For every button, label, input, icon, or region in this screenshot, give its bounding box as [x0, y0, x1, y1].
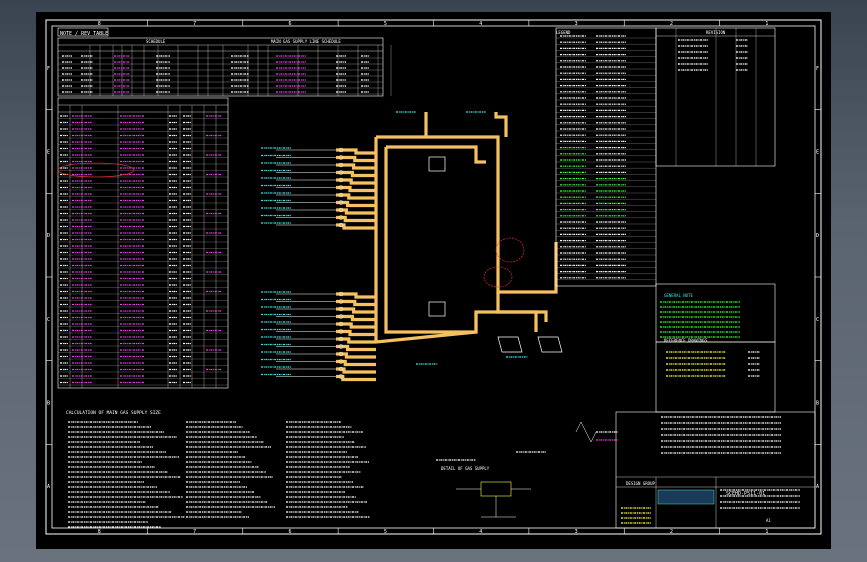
zone-row-label: E — [47, 150, 50, 156]
zone-column-label: 3 — [575, 529, 578, 535]
zone-row-label: A — [47, 484, 50, 490]
pipe-bottom — [375, 312, 478, 344]
schedule-header: SCHEDULE — [146, 39, 166, 44]
zone-row-label: C — [816, 317, 819, 323]
zone-row-label: F — [816, 66, 819, 72]
title-block — [615, 411, 816, 529]
detail-box — [480, 481, 512, 497]
zone-column-label: 2 — [670, 529, 673, 535]
piping-diagram — [261, 111, 563, 382]
zone-column-label: 8 — [98, 21, 101, 27]
drawing-number: SCEHD-P511-01 — [726, 491, 765, 497]
zone-row-label: E — [816, 150, 819, 156]
pipe-main-top — [376, 135, 500, 152]
cad-drawing: 8 8 7 7 6 6 5 5 4 4 3 3 2 2 1 1 F F E E D D C C B B A A NOTE / REV … — [45, 19, 822, 535]
zone-row-label: F — [47, 66, 50, 72]
logo-box — [657, 489, 715, 505]
detail-title: DETAIL OF GAS SUPPLY — [441, 466, 490, 471]
revision-title: REVISION — [706, 30, 726, 35]
schedule-table — [57, 37, 392, 97]
zone-column-label: 4 — [479, 529, 482, 535]
detail-line — [575, 421, 597, 443]
pipe-inner-loop — [384, 147, 486, 334]
pipe-lower-branch — [486, 310, 538, 332]
zone-column-label: 7 — [193, 21, 196, 27]
zone-column-label: 8 — [98, 529, 101, 535]
red-cloud-mark — [57, 162, 135, 178]
notes-title: GENERAL NOTE — [664, 293, 693, 298]
legend-title: LEGEND — [556, 30, 571, 35]
zone-column-label: 2 — [670, 21, 673, 27]
gas-cylinder-box — [537, 336, 563, 353]
zone-row-label: B — [816, 401, 819, 407]
pipe-lower-right — [496, 292, 548, 322]
zone-column-label: 5 — [384, 529, 387, 535]
drawing-viewport[interactable]: 8 8 7 7 6 6 5 5 4 4 3 3 2 2 1 1 F F E E D D C C B B A A NOTE / REV … — [36, 12, 831, 549]
top-left-tag: NOTE / REV TABLE — [60, 31, 108, 37]
gas-cylinder-box — [497, 336, 523, 353]
zone-row-label: A — [816, 484, 819, 490]
table-frame — [57, 37, 384, 97]
zone-column-label: 7 — [193, 529, 196, 535]
pipe-inner-top — [386, 145, 486, 164]
sheet-label: A1 — [766, 518, 771, 523]
inner-border — [51, 25, 816, 529]
zone-column-label: 6 — [288, 21, 291, 27]
regulator-unit — [428, 156, 446, 172]
red-cloud-mark — [495, 237, 525, 263]
zone-column-label: 3 — [575, 21, 578, 27]
zone-column-label: 5 — [384, 21, 387, 27]
calc-title: CALCULATION OF MAIN GAS SUPPLY SIZE — [66, 410, 161, 416]
zone-row-label: D — [47, 233, 50, 239]
zone-column-label: 6 — [288, 529, 291, 535]
zone-markers: 8 8 7 7 6 6 5 5 4 4 3 3 2 2 1 1 F F E E D D C C B B A A — [46, 20, 821, 535]
zone-row-label: D — [816, 233, 819, 239]
zone-column-label: 4 — [479, 21, 482, 27]
revision-frame — [655, 27, 776, 167]
gas-line-header: MAIN GAS SUPPLY LINE SCHEDULE — [271, 39, 341, 44]
reference-title: REFERENCE DRAWINGS — [664, 338, 708, 343]
calculation-notes — [68, 421, 370, 528]
pipe-riser — [496, 152, 558, 294]
pipe-up2 — [494, 112, 508, 137]
legend-table — [555, 27, 776, 413]
zone-row-label: B — [47, 401, 50, 407]
zone-row-label: C — [47, 317, 50, 323]
title-block-label: DESIGN GROUP — [626, 481, 655, 486]
pipe-schedule-table — [57, 97, 229, 389]
zone-column-label: 1 — [765, 529, 768, 535]
zone-column-label: 1 — [765, 21, 768, 27]
regulator-unit — [428, 301, 446, 317]
